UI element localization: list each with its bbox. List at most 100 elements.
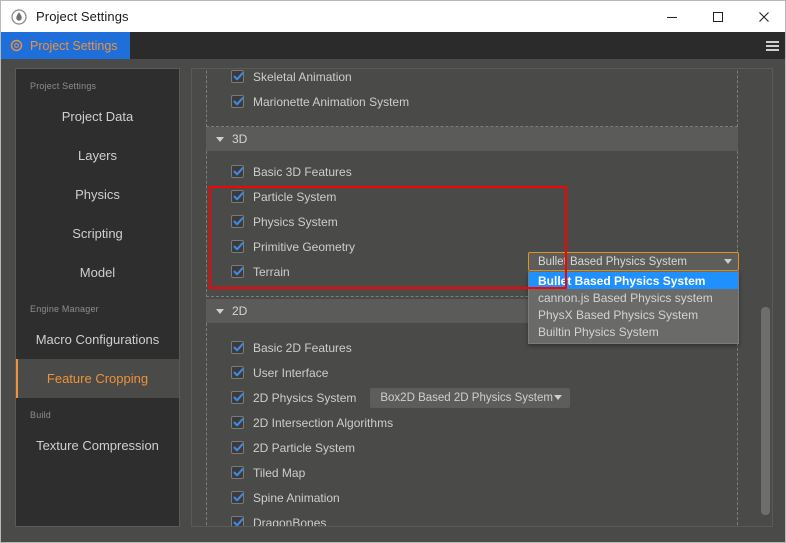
- sidebar-item-layers[interactable]: Layers: [16, 136, 179, 175]
- feature-label: Basic 3D Features: [253, 164, 352, 179]
- group-body-animation-partial: Skeletal Animation Marionette Animation …: [206, 69, 738, 127]
- window-title: Project Settings: [36, 9, 129, 24]
- feature-row-2d-physics-system[interactable]: 2D Physics System Box2D Based 2D Physics…: [207, 385, 737, 410]
- select-physics-system-options: Bullet Based Physics System cannon.js Ba…: [528, 271, 739, 344]
- checkbox-checked-icon[interactable]: [231, 215, 244, 228]
- feature-row-basic-3d-features[interactable]: Basic 3D Features: [207, 159, 737, 184]
- option-label: cannon.js Based Physics system: [538, 290, 713, 305]
- group-header-3d[interactable]: 3D: [206, 127, 738, 151]
- sidebar-item-label: Project Data: [61, 109, 134, 124]
- sidebar-item-label: Physics: [75, 187, 120, 202]
- feature-label: 2D Particle System: [253, 440, 356, 455]
- hamburger-menu-icon[interactable]: [757, 32, 785, 59]
- sidebar-item-macro-configurations[interactable]: Macro Configurations: [16, 320, 179, 359]
- group-title: 3D: [232, 132, 248, 146]
- checkbox-checked-icon[interactable]: [231, 341, 244, 354]
- panel-scroll-region: Skeletal Animation Marionette Animation …: [192, 69, 772, 526]
- feature-label: Tiled Map: [253, 465, 306, 480]
- select-value: Box2D Based 2D Physics System: [380, 391, 553, 404]
- feature-label: Skeletal Animation: [253, 69, 352, 84]
- feature-label: Primitive Geometry: [253, 239, 356, 254]
- sidebar-item-label: Scripting: [72, 226, 123, 241]
- project-settings-window: Project Settings Project Settings Projec…: [0, 0, 786, 543]
- feature-label: Basic 2D Features: [253, 340, 352, 355]
- window-controls: [649, 1, 785, 32]
- feature-row-user-interface[interactable]: User Interface: [207, 360, 737, 385]
- settings-sidebar: Project Settings Project Data Layers Phy…: [15, 68, 180, 527]
- checkbox-checked-icon[interactable]: [231, 466, 244, 479]
- select-physics-system-head[interactable]: Bullet Based Physics System: [528, 252, 739, 271]
- sidebar-section-label-project-settings: Project Settings: [30, 81, 97, 91]
- feature-row-marionette-animation-system[interactable]: Marionette Animation System: [207, 89, 737, 114]
- sidebar-item-project-data[interactable]: Project Data: [16, 97, 179, 136]
- feature-label: Physics System: [253, 214, 338, 229]
- sidebar-section-label-build: Build: [30, 410, 52, 420]
- checkbox-checked-icon[interactable]: [231, 95, 244, 108]
- option-label: PhysX Based Physics System: [538, 307, 699, 322]
- sidebar-item-label: Feature Cropping: [46, 371, 149, 386]
- tab-project-settings[interactable]: Project Settings: [1, 32, 130, 59]
- option-bullet-based-physics-system[interactable]: Bullet Based Physics System: [529, 272, 738, 289]
- gear-icon: [10, 39, 23, 52]
- sidebar-item-scripting[interactable]: Scripting: [16, 214, 179, 253]
- sidebar-section-label-engine-manager: Engine Manager: [30, 304, 99, 314]
- option-cannonjs-based-physics-system[interactable]: cannon.js Based Physics system: [529, 289, 738, 306]
- feature-row-particle-system[interactable]: Particle System: [207, 184, 737, 209]
- feature-row-2d-particle-system[interactable]: 2D Particle System: [207, 435, 737, 460]
- checkbox-checked-icon[interactable]: [231, 366, 244, 379]
- close-button[interactable]: [741, 1, 785, 32]
- feature-row-2d-intersection-algorithms[interactable]: 2D Intersection Algorithms: [207, 410, 737, 435]
- feature-label: 2D Physics System: [253, 390, 357, 405]
- sidebar-item-feature-cropping[interactable]: Feature Cropping: [16, 359, 179, 398]
- option-builtin-physics-system[interactable]: Builtin Physics System: [529, 323, 738, 340]
- feature-label: Spine Animation: [253, 490, 340, 505]
- select-value: Bullet Based Physics System: [538, 255, 687, 268]
- checkbox-checked-icon[interactable]: [231, 491, 244, 504]
- feature-row-tiled-map[interactable]: Tiled Map: [207, 460, 737, 485]
- chevron-down-icon: [724, 259, 732, 264]
- scrollbar-thumb[interactable]: [761, 307, 770, 515]
- feature-label: Particle System: [253, 189, 337, 204]
- feature-label: User Interface: [253, 365, 329, 380]
- sidebar-item-label: Layers: [77, 148, 118, 163]
- group-title: 2D: [232, 304, 248, 318]
- sidebar-item-label: Texture Compression: [36, 438, 159, 453]
- sidebar-item-texture-compression[interactable]: Texture Compression: [16, 426, 179, 465]
- select-2d-physics-system[interactable]: Box2D Based 2D Physics System: [370, 387, 571, 408]
- checkbox-checked-icon[interactable]: [231, 240, 244, 253]
- minimize-button[interactable]: [649, 1, 695, 32]
- checkbox-checked-icon[interactable]: [231, 265, 244, 278]
- feature-cropping-panel: Skeletal Animation Marionette Animation …: [191, 68, 773, 527]
- panel-content: Skeletal Animation Marionette Animation …: [192, 69, 752, 526]
- checkbox-checked-icon[interactable]: [231, 165, 244, 178]
- checkbox-checked-icon[interactable]: [231, 70, 244, 83]
- sidebar-item-label: Model: [79, 265, 116, 280]
- feature-label: DragonBones: [253, 515, 327, 527]
- chevron-down-icon: [216, 308, 224, 314]
- option-label: Bullet Based Physics System: [538, 273, 706, 288]
- checkbox-checked-icon[interactable]: [231, 441, 244, 454]
- window-titlebar: Project Settings: [1, 1, 785, 32]
- feature-label: Terrain: [253, 264, 290, 279]
- select-physics-system[interactable]: Bullet Based Physics System Bullet Based…: [528, 252, 739, 344]
- checkbox-checked-icon[interactable]: [231, 516, 244, 526]
- checkbox-checked-icon[interactable]: [231, 416, 244, 429]
- panel-scrollbar[interactable]: [761, 71, 770, 524]
- feature-row-skeletal-animation[interactable]: Skeletal Animation: [207, 69, 737, 89]
- sidebar-item-label: Macro Configurations: [35, 332, 160, 347]
- window-body: Project Settings Project Data Layers Phy…: [1, 59, 785, 542]
- chevron-down-icon: [216, 136, 224, 142]
- maximize-button[interactable]: [695, 1, 741, 32]
- checkbox-checked-icon[interactable]: [231, 391, 244, 404]
- option-physx-based-physics-system[interactable]: PhysX Based Physics System: [529, 306, 738, 323]
- group-body-2d: Basic 2D Features User Interface 2D Phys…: [206, 323, 738, 526]
- sidebar-item-model[interactable]: Model: [16, 253, 179, 292]
- feature-row-spine-animation[interactable]: Spine Animation: [207, 485, 737, 510]
- cocos-logo-icon: [11, 8, 27, 25]
- tab-label: Project Settings: [30, 38, 118, 53]
- tab-bar: Project Settings: [1, 32, 785, 59]
- checkbox-checked-icon[interactable]: [231, 190, 244, 203]
- sidebar-item-physics[interactable]: Physics: [16, 175, 179, 214]
- feature-row-dragonbones[interactable]: DragonBones: [207, 510, 737, 526]
- feature-row-physics-system[interactable]: Physics System: [207, 209, 737, 234]
